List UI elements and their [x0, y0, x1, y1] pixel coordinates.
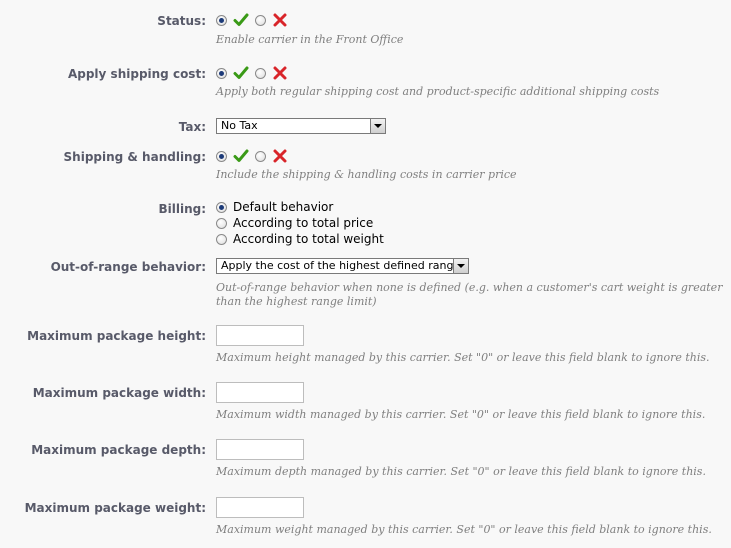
max-weight-hint: Maximum weight managed by this carrier. …	[216, 523, 712, 536]
status-yes-radio[interactable]	[216, 14, 227, 26]
max-height-hint: Maximum height managed by this carrier. …	[216, 351, 710, 364]
green-check-icon[interactable]	[233, 65, 249, 81]
max-height-input[interactable]	[216, 325, 304, 346]
billing-options: Default behavior According to total pric…	[216, 199, 384, 247]
shipping-handling-toggle	[216, 148, 288, 164]
billing-label: Billing:	[158, 202, 206, 216]
apply-shipping-cost-label: Apply shipping cost:	[67, 67, 206, 81]
billing-option-total-weight[interactable]: According to total weight	[216, 231, 384, 247]
shipping-handling-no-radio[interactable]	[255, 150, 266, 162]
tax-select-value: No Tax	[221, 119, 258, 132]
red-cross-icon[interactable]	[272, 12, 288, 28]
status-hint: Enable carrier in the Front Office	[216, 33, 404, 46]
status-no-radio[interactable]	[255, 14, 266, 26]
max-width-input[interactable]	[216, 382, 304, 403]
red-cross-icon[interactable]	[272, 65, 288, 81]
apply-shipping-cost-no-radio[interactable]	[255, 67, 266, 79]
green-check-icon[interactable]	[233, 148, 249, 164]
max-depth-label: Maximum package depth:	[31, 443, 206, 457]
max-weight-input[interactable]	[216, 497, 304, 518]
billing-total-weight-radio[interactable]	[216, 233, 227, 245]
max-width-hint: Maximum width managed by this carrier. S…	[216, 408, 706, 421]
max-width-label: Maximum package width:	[32, 386, 206, 400]
billing-option-total-price[interactable]: According to total price	[216, 215, 384, 231]
apply-shipping-cost-toggle	[216, 65, 288, 81]
out-of-range-select[interactable]: Apply the cost of the highest defined ra…	[216, 258, 469, 274]
green-check-icon[interactable]	[233, 12, 249, 28]
status-label: Status:	[157, 14, 206, 28]
out-of-range-label: Out-of-range behavior:	[50, 260, 206, 274]
tax-row: Tax: No Tax	[0, 118, 731, 134]
status-toggle	[216, 12, 288, 28]
tax-label: Tax:	[178, 120, 206, 134]
out-of-range-hint-line1: Out-of-range behavior when none is defin…	[216, 281, 723, 294]
out-of-range-select-value: Apply the cost of the highest defined ra…	[221, 259, 461, 272]
billing-total-price-radio[interactable]	[216, 217, 227, 229]
max-weight-label: Maximum package weight:	[24, 501, 206, 515]
tax-select[interactable]: No Tax	[216, 118, 386, 134]
max-height-label: Maximum package height:	[27, 329, 206, 343]
apply-shipping-cost-yes-radio[interactable]	[216, 67, 227, 79]
max-depth-hint: Maximum depth managed by this carrier. S…	[216, 465, 706, 478]
red-cross-icon[interactable]	[272, 148, 288, 164]
billing-option-label: According to total weight	[233, 232, 384, 246]
chevron-down-icon[interactable]	[453, 259, 468, 273]
billing-option-label: Default behavior	[233, 200, 334, 214]
billing-default-radio[interactable]	[216, 201, 227, 213]
billing-option-label: According to total price	[233, 216, 374, 230]
shipping-handling-yes-radio[interactable]	[216, 150, 227, 162]
shipping-handling-label: Shipping & handling:	[63, 150, 206, 164]
billing-option-default[interactable]: Default behavior	[216, 199, 384, 215]
shipping-handling-hint: Include the shipping & handling costs in…	[216, 168, 517, 181]
out-of-range-hint-line2: than the highest range limit)	[216, 295, 377, 308]
chevron-down-icon[interactable]	[370, 119, 385, 133]
out-of-range-row: Out-of-range behavior: Apply the cost of…	[0, 258, 731, 308]
apply-shipping-cost-hint: Apply both regular shipping cost and pro…	[216, 85, 660, 98]
max-depth-input[interactable]	[216, 439, 304, 460]
